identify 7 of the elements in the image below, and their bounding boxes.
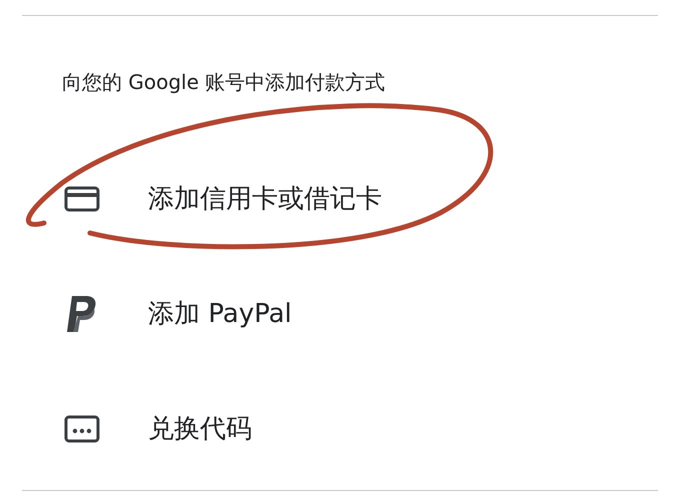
section-heading: 向您的 Google 账号中添加付款方式 — [61, 69, 386, 96]
payment-option[interactable]: 兑换代码 — [22, 371, 662, 486]
payment-option[interactable]: 添加 PayPal — [22, 256, 662, 371]
payment-option[interactable]: 添加信用卡或借记卡 — [22, 141, 662, 256]
credit-card-icon — [64, 186, 100, 212]
double-p-icon — [64, 294, 98, 334]
redeem-code-icon — [64, 414, 100, 442]
